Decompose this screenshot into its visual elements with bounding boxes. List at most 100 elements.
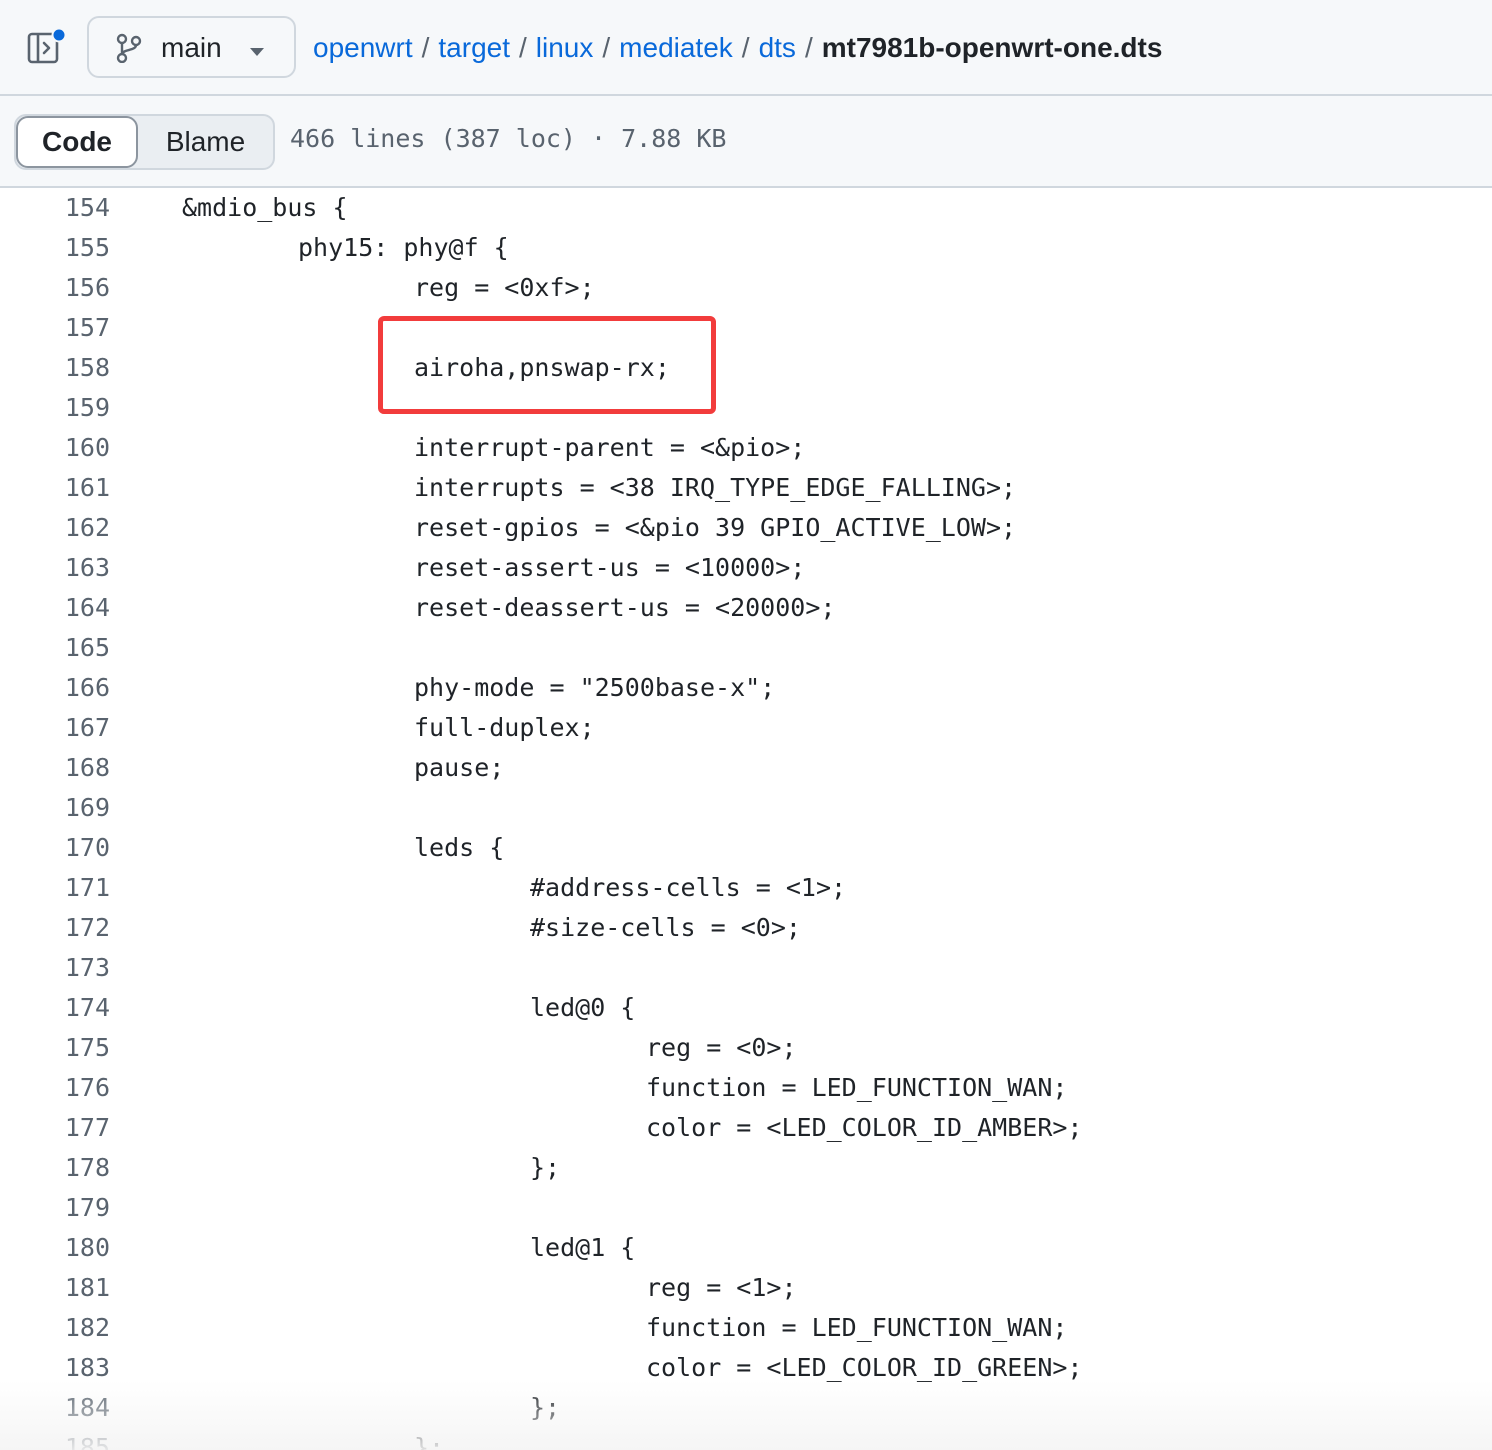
line-content: reg = <0xf>; [414, 273, 595, 302]
current-file-name: mt7981b-openwrt-one.dts [821, 32, 1163, 63]
line-number[interactable]: 165 [0, 628, 110, 668]
code-line: 167 full-duplex; [0, 708, 1492, 748]
file-header: main openwrt / target / linux / mediatek… [0, 0, 1492, 96]
line-content: function = LED_FUNCTION_WAN; [646, 1073, 1068, 1102]
code-line: 160 interrupt-parent = <&pio>; [0, 428, 1492, 468]
code-line: 183 color = <LED_COLOR_ID_GREEN>; [0, 1348, 1492, 1388]
line-number[interactable]: 185 [0, 1428, 110, 1450]
line-content: function = LED_FUNCTION_WAN; [646, 1313, 1068, 1342]
line-number[interactable]: 158 [0, 348, 110, 388]
code-line: 159 [0, 388, 1492, 428]
line-number[interactable]: 183 [0, 1348, 110, 1388]
code-line: 166 phy-mode = "2500base-x"; [0, 668, 1492, 708]
code-line: 163 reset-assert-us = <10000>; [0, 548, 1492, 588]
line-number[interactable]: 171 [0, 868, 110, 908]
line-content: interrupt-parent = <&pio>; [414, 433, 806, 462]
branch-selector-button[interactable]: main [87, 16, 296, 78]
line-content: #size-cells = <0>; [530, 913, 801, 942]
line-number[interactable]: 166 [0, 668, 110, 708]
line-content: }; [530, 1153, 561, 1182]
line-number[interactable]: 164 [0, 588, 110, 628]
line-number[interactable]: 167 [0, 708, 110, 748]
line-number[interactable]: 159 [0, 388, 110, 428]
blame-tab-button[interactable]: Blame [138, 116, 273, 168]
breadcrumb-link-dts[interactable]: dts [759, 28, 796, 68]
line-number[interactable]: 181 [0, 1268, 110, 1308]
line-content: reset-assert-us = <10000>; [414, 553, 806, 582]
breadcrumb-separator: / [741, 32, 750, 63]
triangle-down-icon [249, 44, 265, 56]
line-content: leds { [414, 833, 505, 862]
code-line: 158 airoha,pnswap-rx; [0, 348, 1492, 388]
breadcrumb-link-mediatek[interactable]: mediatek [619, 28, 733, 68]
breadcrumb-link-linux[interactable]: linux [536, 28, 594, 68]
line-number[interactable]: 168 [0, 748, 110, 788]
code-view: 154 &mdio_bus {155 phy15: phy@f {156 reg = … [0, 188, 1492, 1450]
code-line: 173 [0, 948, 1492, 988]
file-info: 466 lines (387 loc) · 7.88 KB [290, 124, 727, 153]
line-content: full-duplex; [414, 713, 595, 742]
code-line: 169 [0, 788, 1492, 828]
line-number[interactable]: 173 [0, 948, 110, 988]
notification-dot [51, 27, 67, 43]
line-number[interactable]: 169 [0, 788, 110, 828]
line-number[interactable]: 174 [0, 988, 110, 1028]
line-number[interactable]: 157 [0, 308, 110, 348]
code-line: 177 color = <LED_COLOR_ID_AMBER>; [0, 1108, 1492, 1148]
code-line: 168 pause; [0, 748, 1492, 788]
git-branch-icon [115, 33, 143, 64]
line-number[interactable]: 161 [0, 468, 110, 508]
line-number[interactable]: 178 [0, 1148, 110, 1188]
code-line: 181 reg = <1>; [0, 1268, 1492, 1308]
code-line: 156 reg = <0xf>; [0, 268, 1492, 308]
view-mode-toggle: Code Blame [14, 114, 275, 170]
line-number[interactable]: 179 [0, 1188, 110, 1228]
line-number[interactable]: 155 [0, 228, 110, 268]
line-number[interactable]: 175 [0, 1028, 110, 1068]
line-content: }; [414, 1433, 445, 1450]
code-line: 164 reset-deassert-us = <20000>; [0, 588, 1492, 628]
code-line: 174 led@0 { [0, 988, 1492, 1028]
line-number[interactable]: 184 [0, 1388, 110, 1428]
line-number[interactable]: 180 [0, 1228, 110, 1268]
breadcrumb-link-target[interactable]: target [438, 28, 510, 68]
code-tab-button[interactable]: Code [16, 116, 138, 168]
line-number[interactable]: 162 [0, 508, 110, 548]
line-content: led@1 { [530, 1233, 636, 1262]
code-line: 172 #size-cells = <0>; [0, 908, 1492, 948]
code-line: 155 phy15: phy@f { [0, 228, 1492, 268]
code-line: 162 reset-gpios = <&pio 39 GPIO_ACTIVE_LO… [0, 508, 1492, 548]
line-number[interactable]: 156 [0, 268, 110, 308]
line-number[interactable]: 172 [0, 908, 110, 948]
line-content: phy15: phy@f { [298, 233, 509, 262]
sidebar-expand-icon[interactable] [26, 27, 67, 68]
code-line: 171 #address-cells = <1>; [0, 868, 1492, 908]
line-number[interactable]: 163 [0, 548, 110, 588]
breadcrumb-separator: / [519, 32, 527, 63]
line-content: pause; [414, 753, 505, 782]
code-line: 165 [0, 628, 1492, 668]
branch-name: main [161, 32, 222, 63]
breadcrumb-link-openwrt[interactable]: openwrt [313, 28, 413, 68]
line-content: reset-deassert-us = <20000>; [414, 593, 836, 622]
line-content: reg = <0>; [646, 1033, 797, 1062]
code-line: 178}; [0, 1148, 1492, 1188]
code-line: 161 interrupts = <38 IRQ_TYPE_EDGE_FALLIN… [0, 468, 1492, 508]
line-number[interactable]: 154 [0, 188, 110, 228]
line-content: reg = <1>; [646, 1273, 797, 1302]
line-content: led@0 { [530, 993, 636, 1022]
line-content: &mdio_bus { [182, 193, 348, 222]
line-number[interactable]: 176 [0, 1068, 110, 1108]
line-number[interactable]: 182 [0, 1308, 110, 1348]
line-content: color = <LED_COLOR_ID_GREEN>; [646, 1353, 1083, 1382]
breadcrumb: openwrt / target / linux / mediatek / dt… [313, 28, 1162, 68]
code-line: 182 function = LED_FUNCTION_WAN; [0, 1308, 1492, 1348]
line-number[interactable]: 160 [0, 428, 110, 468]
line-number[interactable]: 177 [0, 1108, 110, 1148]
code-line: 154 &mdio_bus { [0, 188, 1492, 228]
line-number[interactable]: 170 [0, 828, 110, 868]
breadcrumb-separator: / [421, 32, 430, 63]
code-line: 184}; [0, 1388, 1492, 1428]
code-line: 180 led@1 { [0, 1228, 1492, 1268]
line-content: color = <LED_COLOR_ID_AMBER>; [646, 1113, 1083, 1142]
